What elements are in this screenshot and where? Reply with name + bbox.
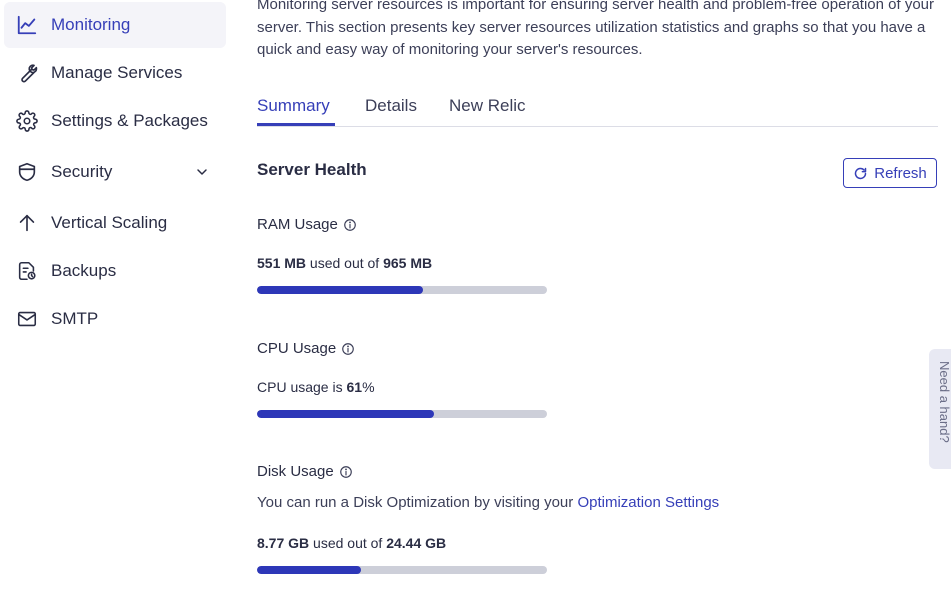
cpu-usage-title: CPU Usage — [257, 340, 355, 357]
refresh-button[interactable]: Refresh — [843, 158, 937, 188]
sidebar-item-label: Settings & Packages — [51, 111, 208, 130]
ram-usage-title: RAM Usage — [257, 216, 357, 233]
cpu-usage-number: 61 — [346, 379, 363, 395]
help-tab-label: Need a hand? — [937, 361, 951, 443]
ram-usage-value: 551 MB used out of 965 MB — [257, 255, 432, 271]
tab-summary[interactable]: Summary — [257, 96, 330, 116]
sidebar-item-manage-services[interactable]: Manage Services — [4, 50, 226, 96]
tab-bar: Summary Details New Relic — [257, 92, 938, 127]
sidebar-item-settings-packages[interactable]: Settings & Packages — [4, 98, 226, 144]
refresh-label: Refresh — [874, 164, 927, 182]
section-title: Server Health — [257, 160, 367, 179]
tab-new-relic[interactable]: New Relic — [449, 96, 526, 116]
cpu-usage-text: CPU usage is — [257, 379, 343, 395]
envelope-icon — [16, 308, 38, 330]
sidebar-item-label: SMTP — [51, 309, 99, 328]
cpu-progress-bar — [257, 410, 547, 418]
ram-progress-fill — [257, 286, 423, 294]
gear-icon — [16, 110, 38, 132]
info-icon[interactable] — [343, 218, 357, 232]
chart-line-icon — [16, 14, 38, 36]
cpu-usage-unit: % — [362, 379, 375, 395]
ram-progress-bar — [257, 286, 547, 294]
sidebar-item-label: Vertical Scaling — [51, 213, 168, 232]
cpu-usage-label: CPU Usage — [257, 340, 337, 357]
intro-description: Monitoring server resources is important… — [257, 0, 934, 58]
sidebar-item-label: Security — [51, 162, 113, 181]
refresh-icon — [855, 167, 867, 179]
disk-total: 24.44 GB — [386, 535, 447, 551]
disk-progress-bar — [257, 566, 547, 574]
ram-usage-label: RAM Usage — [257, 216, 338, 233]
ram-used: 551 MB — [257, 255, 307, 271]
disk-usage-value: 8.77 GB used out of 24.44 GB — [257, 535, 446, 551]
disk-used: 8.77 GB — [257, 535, 310, 551]
sidebar-item-label: Backups — [51, 261, 117, 280]
info-icon[interactable] — [339, 465, 353, 479]
sidebar-item-monitoring[interactable]: Monitoring — [4, 2, 226, 48]
backup-file-icon — [16, 260, 38, 282]
disk-progress-fill — [257, 566, 362, 574]
help-side-tab[interactable]: Need a hand? — [929, 349, 951, 469]
ram-total: 965 MB — [383, 255, 433, 271]
chevron-down-icon[interactable] — [194, 164, 210, 180]
optimization-settings-link[interactable]: Optimization Settings — [577, 494, 719, 511]
sidebar-item-smtp[interactable]: SMTP — [4, 296, 226, 342]
ram-used-text: used out of — [309, 255, 380, 271]
tab-details[interactable]: Details — [365, 96, 417, 116]
arrow-up-icon — [16, 212, 38, 234]
sidebar-item-backups[interactable]: Backups — [4, 248, 226, 294]
cpu-usage-value: CPU usage is 61% — [257, 379, 375, 395]
disk-note-text: You can run a Disk Optimization by visit… — [257, 494, 574, 511]
sidebar-item-vertical-scaling[interactable]: Vertical Scaling — [4, 200, 226, 246]
cpu-progress-fill — [257, 410, 434, 418]
sidebar: Monitoring Manage Services Settings & Pa… — [0, 0, 240, 611]
sidebar-item-label: Manage Services — [51, 63, 183, 82]
info-icon[interactable] — [341, 342, 355, 356]
disk-optimization-note: You can run a Disk Optimization by visit… — [257, 494, 719, 511]
disk-used-text: used out of — [313, 535, 383, 551]
shield-icon — [16, 161, 38, 183]
disk-usage-label: Disk Usage — [257, 463, 334, 480]
sidebar-item-security[interactable]: Security — [4, 149, 226, 195]
active-tab-indicator — [257, 123, 335, 126]
disk-usage-title: Disk Usage — [257, 463, 353, 480]
sidebar-item-label: Monitoring — [51, 15, 131, 34]
wrench-icon — [16, 62, 38, 84]
